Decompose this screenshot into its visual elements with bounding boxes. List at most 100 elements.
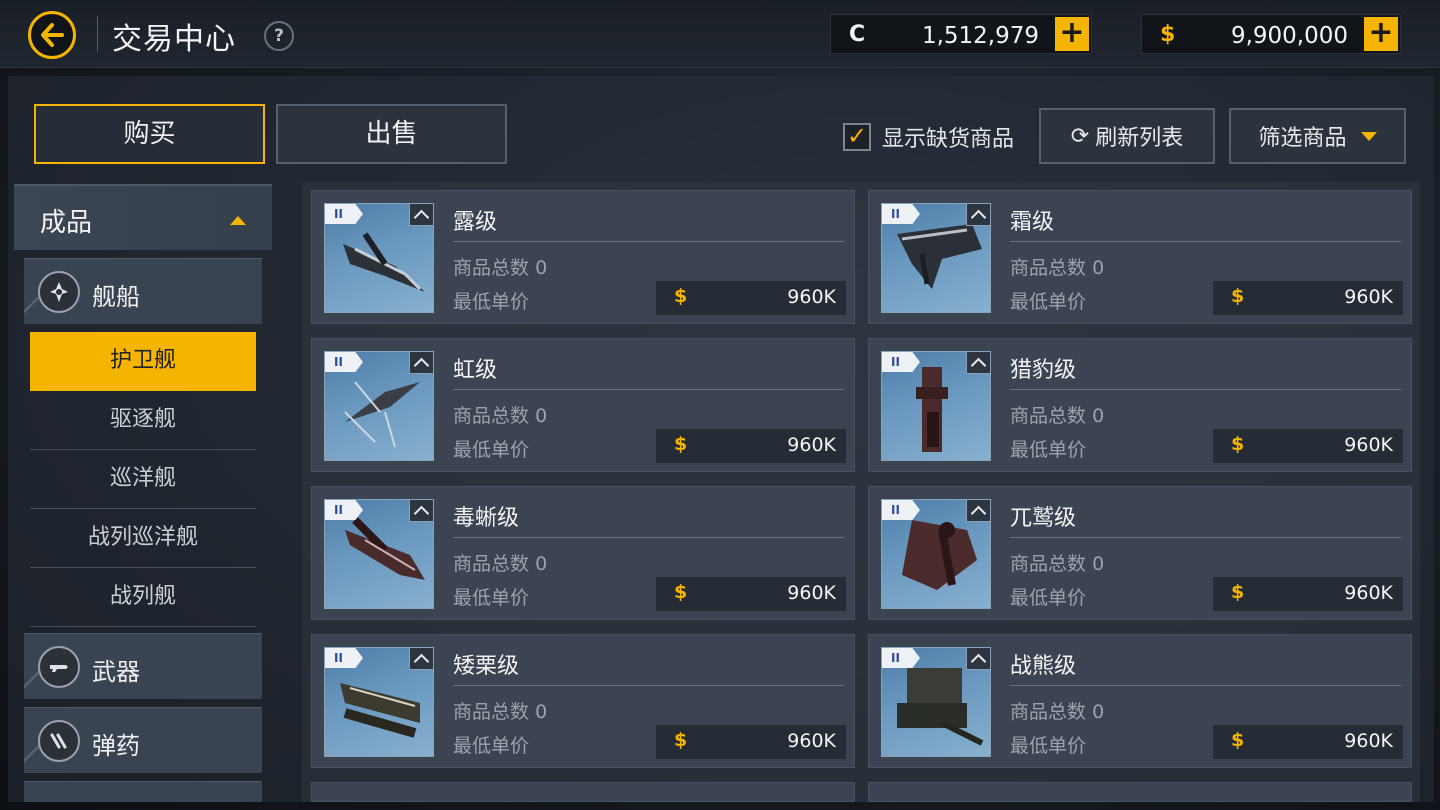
arrow-left-icon xyxy=(41,23,64,47)
total-value: 0 xyxy=(535,701,548,723)
item-divider xyxy=(453,537,844,538)
price-box: $960K xyxy=(656,577,846,611)
sidebar-subitem-frigate[interactable]: 护卫舰 xyxy=(30,332,256,391)
goods-card-partial[interactable] xyxy=(868,782,1412,802)
goods-card[interactable]: II 露级商品总数 0 最低单价 $960K xyxy=(311,190,855,324)
chevron-up-icon[interactable] xyxy=(966,352,990,374)
credits-icon: C xyxy=(849,22,866,47)
add-credits-button[interactable]: + xyxy=(1055,17,1089,51)
add-cash-button[interactable]: + xyxy=(1364,17,1398,51)
ammo-icon xyxy=(38,720,80,762)
item-total: 商品总数 0 xyxy=(453,549,547,576)
item-total: 商品总数 0 xyxy=(1010,253,1104,280)
checkbox-checked-icon[interactable]: ✓ xyxy=(843,123,871,151)
tab-sell[interactable]: 出售 xyxy=(276,104,507,164)
ship-thumbnail: II xyxy=(881,203,991,313)
price-value: 960K xyxy=(787,286,836,308)
dollar-icon: $ xyxy=(674,433,688,455)
back-button[interactable] xyxy=(28,11,76,59)
item-total: 商品总数 0 xyxy=(453,253,547,280)
total-label: 商品总数 xyxy=(1010,553,1087,575)
sidebar-item-ammo[interactable]: 弹药 xyxy=(24,707,262,774)
min-price-label: 最低单价 xyxy=(453,587,530,609)
item-divider xyxy=(1010,389,1401,390)
chevron-up-icon[interactable] xyxy=(409,648,433,670)
chevron-up-icon[interactable] xyxy=(966,204,990,226)
total-label: 商品总数 xyxy=(1010,701,1087,723)
price-box: $960K xyxy=(1213,429,1403,463)
chevron-up-icon[interactable] xyxy=(966,648,990,670)
goods-card[interactable]: II 矮栗级 商品总数 0 最低单价 $960K xyxy=(311,634,855,768)
sidebar-header-finished-goods[interactable]: 成品 xyxy=(14,184,272,250)
sidebar-subitem-battlecruiser[interactable]: 战列巡洋舰 xyxy=(30,509,256,568)
tab-buy[interactable]: 购买 xyxy=(34,104,265,164)
item-total: 商品总数 0 xyxy=(1010,549,1104,576)
sidebar-subitem-destroyer[interactable]: 驱逐舰 xyxy=(30,391,256,450)
min-price-label: 最低单价 xyxy=(453,439,530,461)
goods-card[interactable]: II 毒蜥级 商品总数 0 最低单价 $960K xyxy=(311,486,855,620)
chevron-up-icon[interactable] xyxy=(409,500,433,522)
min-price-label: 最低单价 xyxy=(453,291,530,313)
price-value: 960K xyxy=(787,730,836,752)
price-value: 960K xyxy=(787,434,836,456)
item-name: 矮栗级 xyxy=(453,654,520,679)
tier-badge: II xyxy=(882,500,920,520)
out-of-stock-toggle[interactable]: ✓ 显示缺货商品 xyxy=(843,121,1014,153)
top-bar: 交易中心 ? C 1,512,979 + $ 9,900,000 + xyxy=(0,0,1440,68)
filter-goods-button[interactable]: 筛选商品 xyxy=(1229,108,1406,164)
out-of-stock-label: 显示缺货商品 xyxy=(882,127,1015,152)
item-total: 商品总数 0 xyxy=(453,697,547,724)
item-name: 兀鹫级 xyxy=(1010,506,1077,531)
min-price-label: 最低单价 xyxy=(1010,587,1087,609)
price-box: $960K xyxy=(1213,281,1403,315)
dollar-icon: $ xyxy=(674,581,688,603)
filter-label: 筛选商品 xyxy=(1258,126,1347,151)
min-price-label: 最低单价 xyxy=(1010,735,1087,757)
weapon-icon xyxy=(38,646,80,688)
min-price-label: 最低单价 xyxy=(1010,291,1087,313)
dollar-icon: $ xyxy=(1160,22,1176,47)
chevron-down-icon xyxy=(1360,131,1377,141)
ship-thumbnail: II xyxy=(881,351,991,461)
total-value: 0 xyxy=(535,405,548,427)
item-divider xyxy=(1010,241,1401,242)
cash-amount: 9,900,000 xyxy=(1230,23,1348,49)
item-total: 商品总数 0 xyxy=(453,401,547,428)
goods-card[interactable]: II 战熊级 商品总数 0 最低单价 $960K xyxy=(868,634,1412,768)
page-title: 交易中心 xyxy=(112,22,236,57)
sidebar-subitem-cruiser[interactable]: 巡洋舰 xyxy=(30,450,256,509)
tier-badge: II xyxy=(882,204,920,224)
price-box: $960K xyxy=(656,725,846,759)
item-divider xyxy=(1010,537,1401,538)
goods-card[interactable]: II 兀鹫级 商品总数 0 最低单价 $960K xyxy=(868,486,1412,620)
ship-icon xyxy=(38,271,80,313)
total-value: 0 xyxy=(535,257,548,279)
dollar-icon: $ xyxy=(674,285,688,307)
price-value: 960K xyxy=(1344,434,1393,456)
tier-badge: II xyxy=(325,500,363,520)
refresh-list-button[interactable]: ⟳ 刷新列表 xyxy=(1039,108,1215,164)
dollar-icon: $ xyxy=(1231,581,1245,603)
ship-thumbnail: II xyxy=(324,203,434,313)
refresh-label: 刷新列表 xyxy=(1095,126,1184,151)
sidebar-item-weapons[interactable]: 武器 xyxy=(24,633,262,700)
chevron-up-icon[interactable] xyxy=(409,204,433,226)
item-name: 露级 xyxy=(453,210,498,235)
chevron-up-icon xyxy=(230,216,246,225)
goods-card[interactable]: II 猎豹级 商品总数 0 最低单价 $960K xyxy=(868,338,1412,472)
sidebar-item-ships[interactable]: 舰船 xyxy=(24,258,262,325)
goods-card-partial[interactable] xyxy=(311,782,855,802)
chevron-up-icon[interactable] xyxy=(409,352,433,374)
ship-thumbnail: II xyxy=(324,351,434,461)
tier-badge: II xyxy=(325,648,363,668)
sidebar-item-more[interactable] xyxy=(24,781,262,802)
help-icon[interactable]: ? xyxy=(264,21,294,51)
goods-card[interactable]: II 虹级 商品总数 0 最低单价 $960K xyxy=(311,338,855,472)
price-value: 960K xyxy=(787,582,836,604)
ship-thumbnail: II xyxy=(881,499,991,609)
sidebar-subitem-battleship[interactable]: 战列舰 xyxy=(30,568,256,627)
sidebar-item-label: 舰船 xyxy=(92,283,140,311)
chevron-up-icon[interactable] xyxy=(966,500,990,522)
item-name: 战熊级 xyxy=(1010,654,1077,679)
goods-card[interactable]: II 霜级 商品总数 0 最低单价 $960K xyxy=(868,190,1412,324)
